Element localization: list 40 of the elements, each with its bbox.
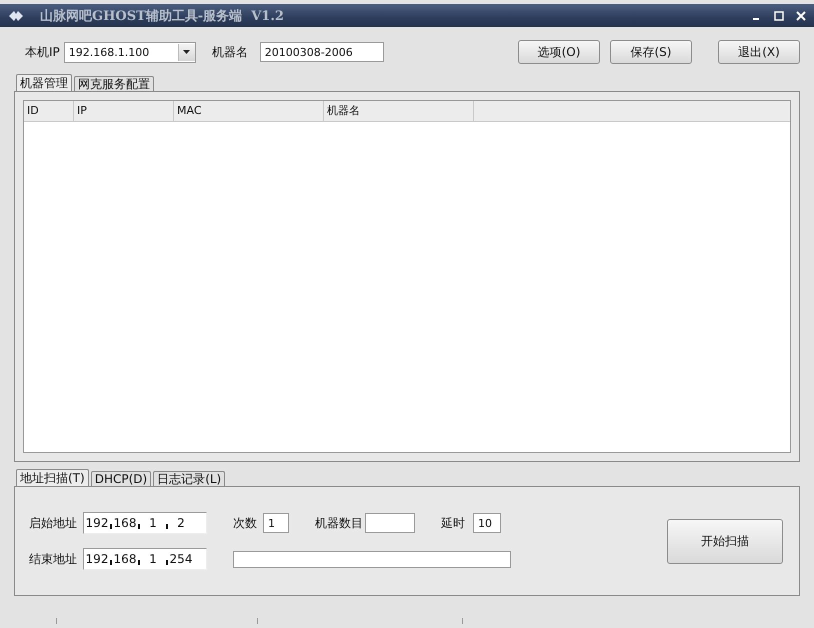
ip-label: 本机IP [25, 44, 60, 60]
start-scan-button[interactable]: 开始扫描 [667, 518, 783, 564]
tab[interactable]: 网克服务配置 [74, 76, 154, 91]
tab[interactable]: 日志记录(L) [153, 471, 226, 486]
column-header[interactable]: MAC [174, 101, 324, 121]
column-header[interactable]: ID [24, 101, 74, 121]
ip-octet: 1 [148, 552, 158, 566]
ip-octet: 192 [84, 516, 110, 530]
end-address-label: 结束地址 [29, 550, 77, 568]
toolbar-button[interactable]: 保存(S) [610, 40, 692, 64]
count-label: 次数 [233, 514, 257, 532]
machine-count-label: 机器数目 [315, 514, 363, 532]
ip-octet: 1 [148, 516, 158, 530]
toolbar-button[interactable]: 退出(X) [718, 40, 800, 64]
toolbar-button[interactable]: 选项(O) [518, 40, 600, 64]
delay-field[interactable]: 10 [473, 513, 501, 533]
close-icon[interactable] [796, 10, 806, 20]
app-icon [8, 8, 24, 22]
column-header[interactable]: IP [74, 101, 174, 121]
ip-octet: 168 [112, 552, 138, 566]
tab[interactable]: 地址扫描(T) [16, 469, 89, 486]
window-title: 山脉网吧GHOST辅助工具-服务端 V1.2 [40, 8, 284, 24]
maximize-icon[interactable] [774, 10, 784, 20]
dropdown-arrow-icon [183, 50, 190, 54]
end-ip-field[interactable]: 192 168 1 254 [83, 548, 207, 570]
machine-count-field[interactable] [365, 513, 415, 533]
machine-name-field[interactable]: 20100308-2006 [260, 42, 384, 62]
delay-label: 延时 [441, 514, 465, 532]
ip-octet: 254 [168, 552, 194, 566]
ip-dropdown[interactable]: 192.168.1.100 [64, 42, 196, 62]
start-ip-field[interactable]: 192 168 1 2 [83, 512, 207, 534]
machine-name-label: 机器名 [212, 44, 248, 60]
count-field[interactable]: 1 [263, 513, 289, 533]
ip-octet: 2 [176, 516, 186, 530]
tab[interactable]: 机器管理 [16, 74, 72, 91]
column-header[interactable]: 机器名 [324, 101, 474, 121]
tab[interactable]: DHCP(D) [90, 471, 152, 486]
ip-octet: 192 [84, 552, 110, 566]
start-address-label: 启始地址 [29, 514, 77, 532]
ip-octet: 168 [112, 516, 138, 530]
